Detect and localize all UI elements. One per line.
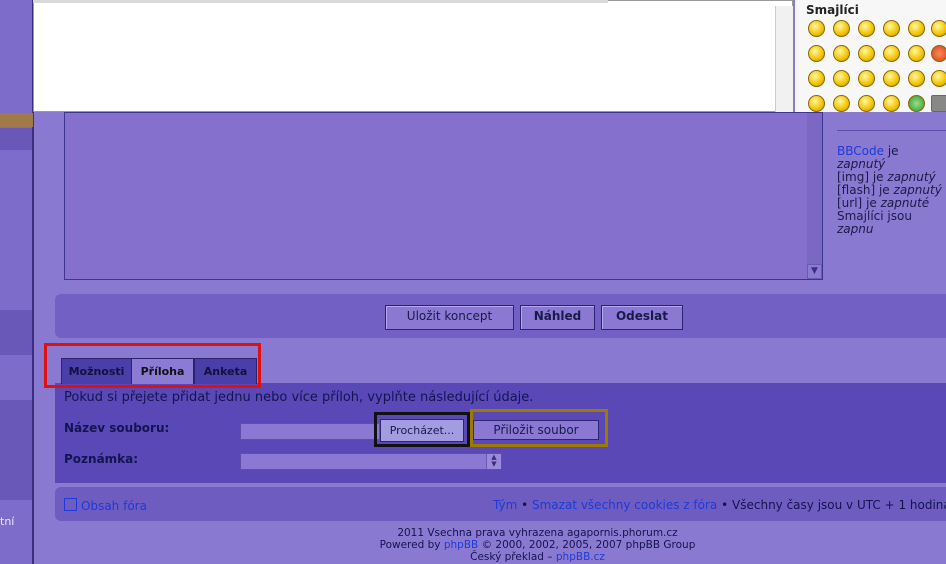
footer-links: Tým • Smazat všechny cookies z fóra • Vš… xyxy=(493,498,946,512)
smiley-icon[interactable] xyxy=(833,70,850,87)
smiley-icon[interactable] xyxy=(858,20,875,37)
comment-label: Poznámka: xyxy=(64,452,139,466)
comment-field[interactable] xyxy=(240,453,502,470)
smilies-title: Smajlíci xyxy=(806,3,859,17)
left-strip-block xyxy=(0,400,32,500)
editor-scrollbar[interactable] xyxy=(775,6,793,112)
home-icon xyxy=(64,498,77,511)
smiley-icon[interactable] xyxy=(808,45,825,62)
smiley-icon[interactable] xyxy=(858,95,875,112)
message-editor[interactable] xyxy=(33,0,793,112)
post-options-info: BBCode je zapnutý [img] je zapnutý [flas… xyxy=(837,144,942,236)
attachment-intro: Pokud si přejete přidat jednu nebo více … xyxy=(64,390,534,405)
timezone-text: Všechny časy jsou v UTC + 1 hodina [ xyxy=(732,498,946,512)
left-thumbnail xyxy=(0,113,33,127)
smiley-icon[interactable] xyxy=(883,70,900,87)
left-strip-block xyxy=(0,128,32,150)
smiley-icon[interactable] xyxy=(931,20,946,37)
smiley-icon[interactable] xyxy=(883,45,900,62)
editor-toolbar[interactable] xyxy=(33,0,608,3)
smiley-icon[interactable] xyxy=(883,20,900,37)
smiley-icon[interactable] xyxy=(858,45,875,62)
smiley-icon[interactable] xyxy=(808,70,825,87)
smiley-icon[interactable] xyxy=(808,20,825,37)
tab-poll[interactable]: Anketa xyxy=(194,358,257,384)
submit-button[interactable]: Odeslat xyxy=(601,305,683,330)
smiley-icon[interactable] xyxy=(931,70,946,87)
message-textarea[interactable] xyxy=(64,112,823,280)
browse-button[interactable]: Procházet... xyxy=(380,419,464,442)
tab-attachment[interactable]: Příloha xyxy=(131,358,194,384)
divider xyxy=(837,130,946,131)
tab-options[interactable]: Možnosti xyxy=(61,358,132,384)
smiley-icon[interactable] xyxy=(908,70,925,87)
smiley-icon[interactable] xyxy=(908,20,925,37)
textarea-scrollbar[interactable] xyxy=(807,113,822,279)
smiley-icon[interactable] xyxy=(833,95,850,112)
phpbb-cz-link[interactable]: phpBB.cz xyxy=(556,551,605,563)
smiley-icon[interactable] xyxy=(833,20,850,37)
left-sidebar-strip xyxy=(0,0,34,564)
delete-cookies-link[interactable]: Smazat všechny cookies z fóra xyxy=(532,498,717,512)
smiley-icon[interactable] xyxy=(883,95,900,112)
bbcode-link[interactable]: BBCode xyxy=(837,144,884,158)
smiley-icon[interactable] xyxy=(858,70,875,87)
attach-file-button[interactable]: Přiložit soubor xyxy=(473,420,599,440)
smiley-icon[interactable] xyxy=(808,95,825,112)
smiley-icon[interactable] xyxy=(908,45,925,62)
phpbb-link[interactable]: phpBB xyxy=(444,539,478,551)
team-link[interactable]: Tým xyxy=(493,498,517,512)
copyright: 2011 Vsechna prava vyhrazena agapornis.p… xyxy=(379,527,696,563)
save-draft-button[interactable]: Uložit koncept xyxy=(385,305,514,330)
comment-spinner-icon[interactable]: ▲ ▼ xyxy=(486,454,501,469)
smiley-icon[interactable] xyxy=(833,45,850,62)
scroll-down-icon[interactable]: ▼ xyxy=(807,264,822,279)
smiley-icon[interactable] xyxy=(931,45,946,62)
left-strip-block xyxy=(0,310,32,355)
left-strip-text: tní xyxy=(0,515,15,528)
filename-label: Název souboru: xyxy=(64,421,170,435)
preview-button[interactable]: Náhled xyxy=(520,305,595,330)
board-index-link[interactable]: Obsah fóra xyxy=(64,498,147,513)
smiley-icon[interactable] xyxy=(931,95,946,112)
file-input[interactable] xyxy=(240,423,380,440)
smiley-icon[interactable] xyxy=(908,95,925,112)
